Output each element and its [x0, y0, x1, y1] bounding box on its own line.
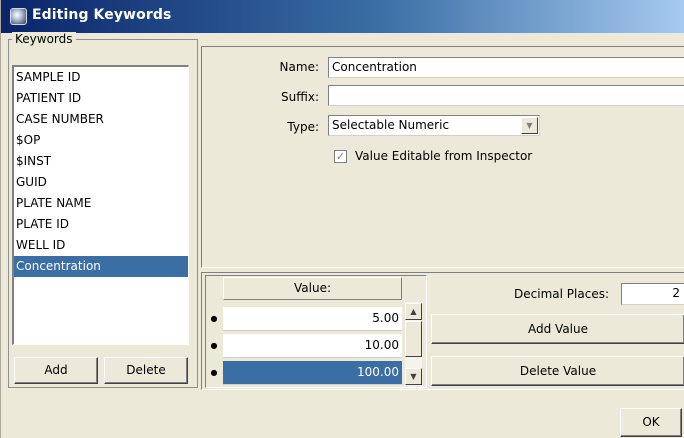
list-item[interactable]: $INST — [14, 151, 188, 172]
list-item[interactable]: PLATE NAME — [14, 193, 188, 214]
value-editable-label: Value Editable from Inspector — [355, 149, 533, 163]
decimal-places-label: Decimal Places: — [514, 287, 609, 301]
value-editable-checkbox[interactable]: ✓ — [334, 150, 347, 163]
type-select-value: Selectable Numeric — [332, 118, 450, 132]
list-item[interactable]: WELL ID — [14, 235, 188, 256]
value-column-header[interactable]: Value: — [223, 277, 402, 300]
name-field[interactable]: Concentration — [328, 57, 684, 78]
scroll-up-icon[interactable]: ▲ — [405, 303, 422, 320]
delete-keyword-button[interactable]: Delete — [104, 357, 188, 384]
type-label: Type: — [287, 120, 319, 134]
list-item[interactable]: SAMPLE ID — [14, 67, 188, 88]
type-select[interactable]: Selectable Numeric ▼ — [328, 115, 540, 136]
decimal-places-field[interactable]: 2 — [621, 283, 684, 305]
row-handle-icon[interactable]: ● — [207, 307, 221, 331]
list-item[interactable]: PATIENT ID — [14, 88, 188, 109]
keywords-list[interactable]: SAMPLE ID PATIENT ID CASE NUMBER $OP $INST GU… — [12, 65, 189, 345]
add-value-button[interactable]: Add Value — [431, 314, 684, 344]
add-keyword-button[interactable]: Add — [14, 357, 98, 384]
row-handle-icon[interactable]: ● — [207, 361, 221, 385]
list-item[interactable]: CASE NUMBER — [14, 109, 188, 130]
table-row[interactable]: 5.00 — [223, 307, 402, 331]
scroll-thumb[interactable] — [405, 321, 422, 357]
table-corner — [402, 277, 425, 300]
delete-value-button[interactable]: Delete Value — [431, 356, 684, 386]
suffix-field[interactable] — [328, 85, 684, 106]
keywords-legend: Keywords — [12, 32, 76, 46]
ok-button[interactable]: OK — [620, 408, 682, 437]
app-icon — [10, 8, 27, 25]
list-item[interactable]: Concentration — [14, 256, 188, 277]
suffix-label: Suffix: — [281, 90, 319, 104]
values-scrollbar[interactable]: ▲ ▼ — [405, 302, 422, 386]
scroll-down-icon[interactable]: ▼ — [405, 368, 422, 385]
name-label: Name: — [279, 60, 319, 74]
list-item[interactable]: $OP — [14, 130, 188, 151]
list-item[interactable]: PLATE ID — [14, 214, 188, 235]
title-bar[interactable]: Editing Keywords — [1, 0, 684, 33]
window-title: Editing Keywords — [32, 7, 172, 23]
list-item[interactable]: GUID — [14, 172, 188, 193]
table-row[interactable]: 10.00 — [223, 334, 402, 358]
editing-keywords-dialog: Editing Keywords Keywords SAMPLE ID PATIE… — [0, 0, 684, 438]
row-handle-icon[interactable]: ● — [207, 334, 221, 358]
chevron-down-icon[interactable]: ▼ — [521, 117, 538, 134]
table-row[interactable]: 100.00 — [223, 361, 402, 385]
